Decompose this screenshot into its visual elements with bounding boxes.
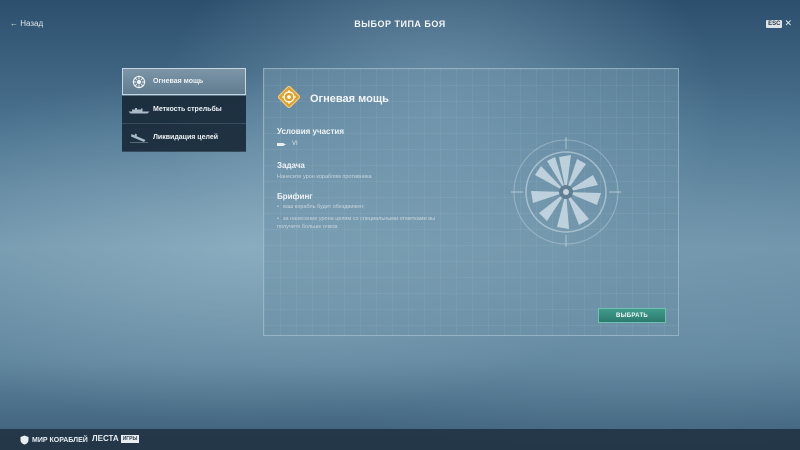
task-heading: Задача	[277, 161, 305, 170]
close-button[interactable]: ESC ✕	[766, 18, 792, 29]
mode-list: Огневая мощь Меткость стрельбы Ликвидаци…	[122, 68, 246, 152]
shield-icon	[20, 435, 29, 445]
mode-item-label: Ликвидация целей	[153, 134, 219, 141]
page-title: ВЫБОР ТИПА БОЯ	[354, 19, 446, 29]
publisher-logo: ЛЕСТА ИГРЫ	[92, 434, 140, 443]
briefing-item: • ваш корабль будет обездвижен;	[277, 204, 365, 210]
mode-title: Огневая мощь	[310, 93, 389, 105]
mode-item-label: Огневая мощь	[153, 78, 204, 85]
ship-silhouette-icon	[128, 103, 150, 117]
conditions-heading: Условия участия	[277, 127, 345, 136]
close-icon: ✕	[784, 18, 792, 28]
briefing-item: • за нанесение урона целям со специальным…	[277, 216, 436, 230]
tier-value: VI	[292, 141, 298, 147]
firepower-badge-icon	[278, 86, 300, 108]
firepower-icon	[128, 75, 150, 89]
mode-item-firepower[interactable]: Огневая мощь	[122, 68, 246, 96]
tier-requirement: VI	[277, 141, 298, 147]
footer: МИР КОРАБЛЕЙ ЛЕСТА ИГРЫ	[0, 429, 800, 450]
ship-class-icon	[277, 142, 286, 146]
firepower-emblem-icon	[511, 137, 621, 247]
mode-item-liquidation[interactable]: Ликвидация целей	[122, 124, 246, 152]
mode-details-panel: Огневая мощь Условия участия VI Задача Н…	[263, 68, 679, 336]
mode-item-label: Меткость стрельбы	[153, 106, 222, 113]
top-bar: ← Назад ВЫБОР ТИПА БОЯ ESC ✕	[0, 0, 800, 46]
sinking-ship-icon	[128, 131, 150, 145]
task-text: Нанесите урон кораблям противника	[277, 174, 372, 180]
game-logo: МИР КОРАБЛЕЙ	[20, 435, 88, 445]
select-button[interactable]: ВЫБРАТЬ	[598, 308, 666, 323]
esc-key-hint: ESC	[766, 19, 783, 28]
mode-item-accuracy[interactable]: Меткость стрельбы	[122, 96, 246, 124]
briefing-heading: Брифинг	[277, 192, 313, 201]
